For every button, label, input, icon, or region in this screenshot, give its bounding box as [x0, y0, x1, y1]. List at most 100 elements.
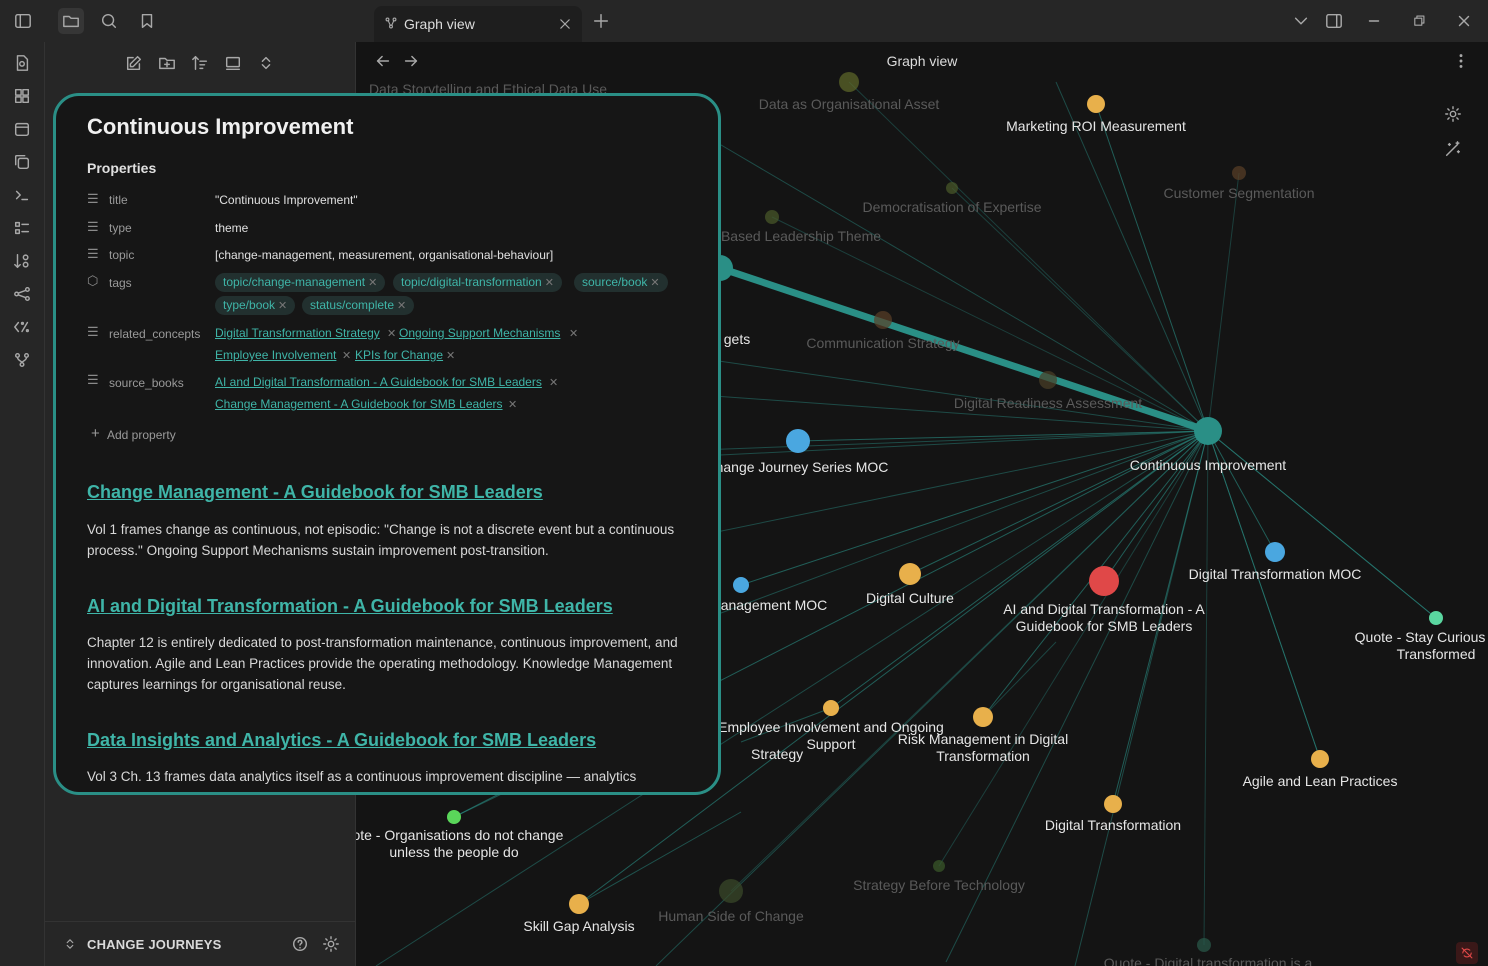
sort-icon[interactable] — [11, 250, 33, 272]
remove-icon[interactable]: ✕ — [549, 376, 558, 389]
search-icon[interactable] — [98, 10, 120, 32]
close-tab-icon[interactable] — [554, 13, 576, 35]
graph-node[interactable] — [719, 879, 743, 903]
graph-node[interactable] — [1197, 938, 1211, 952]
graph-node[interactable] — [1087, 95, 1105, 113]
new-tab-icon[interactable] — [590, 10, 612, 32]
close-window-icon[interactable] — [1453, 10, 1475, 32]
sidebar-toggle-icon[interactable] — [12, 10, 34, 32]
source-book-link[interactable]: AI and Digital Transformation - A Guideb… — [215, 375, 542, 389]
graph-node[interactable] — [1311, 750, 1329, 768]
graph-node-label[interactable]: Risk Management in Digital — [898, 731, 1068, 747]
remove-icon[interactable]: ✕ — [508, 398, 517, 411]
graph-node-label[interactable]: Human Side of Change — [658, 908, 804, 924]
vault-name[interactable]: CHANGE JOURNEYS — [87, 937, 221, 952]
graph-node-label[interactable]: Strategy — [751, 746, 803, 762]
chevron-down-icon[interactable] — [1290, 10, 1312, 32]
graph-node-label[interactable]: Support — [806, 736, 855, 752]
new-folder-icon[interactable] — [156, 52, 178, 74]
page-preview-popover[interactable]: Continuous Improvement Properties ☰ titl… — [53, 93, 721, 795]
related-link[interactable]: Employee Involvement — [215, 348, 336, 362]
graph-node-label[interactable]: Digital Transformation MOC — [1189, 566, 1362, 582]
graph-node-label[interactable]: gets — [724, 331, 750, 347]
graph-node-label[interactable]: AI and Digital Transformation - A — [1003, 601, 1205, 617]
graph-node[interactable] — [1194, 417, 1222, 445]
graph-node[interactable] — [1039, 371, 1057, 389]
graph-node-label[interactable]: Digital Transformation — [1045, 817, 1181, 833]
related-link[interactable]: Digital Transformation Strategy — [215, 326, 380, 340]
tag-chip[interactable]: topic/change-management ✕ — [215, 273, 386, 292]
graph-node[interactable] — [786, 429, 810, 453]
property-key-type[interactable]: type — [109, 221, 132, 235]
graph-node[interactable] — [973, 707, 993, 727]
minimize-icon[interactable] — [1363, 10, 1385, 32]
graph-node-label[interactable]: anagement MOC — [721, 597, 828, 613]
vault-switch-icon[interactable] — [59, 933, 81, 955]
property-value-topic[interactable]: [change-management, measurement, organis… — [215, 248, 553, 262]
graph-node-label[interactable]: Customer Segmentation — [1164, 185, 1315, 201]
source-book-link[interactable]: Change Management - A Guidebook for SMB … — [215, 397, 503, 411]
property-key-source-books[interactable]: source_books — [109, 376, 184, 390]
graph-node-label[interactable]: Agile and Lean Practices — [1243, 773, 1398, 789]
sort-order-icon[interactable] — [189, 52, 211, 74]
graph-node[interactable] — [823, 700, 839, 716]
help-icon[interactable] — [289, 933, 311, 955]
files-icon[interactable] — [58, 8, 84, 34]
calendar-icon[interactable] — [11, 118, 33, 140]
backlink-title[interactable]: Change Management - A Guidebook for SMB … — [87, 482, 543, 503]
graph-node[interactable] — [1089, 566, 1119, 596]
graph-node-label[interactable]: Democratisation of Expertise — [863, 199, 1042, 215]
graph-node[interactable] — [899, 563, 921, 585]
graph-node-label[interactable]: Strategy Before Technology — [853, 877, 1025, 893]
more-options-icon[interactable] — [1450, 50, 1472, 72]
graph-node-label[interactable]: Transformation — [936, 748, 1030, 764]
collapse-all-icon[interactable] — [255, 52, 277, 74]
copy-icon[interactable] — [11, 151, 33, 173]
graph-node-label[interactable]: Transformed — [1397, 646, 1476, 662]
backlink-title[interactable]: AI and Digital Transformation - A Guideb… — [87, 596, 613, 617]
canvas-icon[interactable] — [11, 85, 33, 107]
graph-node[interactable] — [1232, 166, 1246, 180]
graph-node-label[interactable]: unless the people do — [389, 844, 518, 860]
animate-wand-icon[interactable] — [1442, 138, 1464, 160]
list-icon[interactable] — [11, 217, 33, 239]
related-link[interactable]: Ongoing Support Mechanisms — [399, 326, 560, 340]
graph-node-label[interactable]: hange Journey Series MOC — [716, 459, 889, 475]
settings-gear-icon[interactable] — [320, 933, 342, 955]
add-property-button[interactable]: Add property — [107, 428, 176, 442]
sync-error-icon[interactable] — [1456, 942, 1478, 964]
property-key-tags[interactable]: tags — [109, 276, 132, 290]
open-quick-switcher-icon[interactable] — [11, 52, 33, 74]
tag-chip[interactable]: status/complete ✕ — [302, 296, 415, 315]
graph-node-label[interactable]: Marketing ROI Measurement — [1006, 118, 1186, 134]
terminal-icon[interactable] — [11, 184, 33, 206]
properties-heading[interactable]: Properties — [87, 160, 156, 176]
remove-icon[interactable]: ✕ — [446, 349, 455, 362]
graph-nodes-icon[interactable] — [11, 283, 33, 305]
bookmark-icon[interactable] — [136, 10, 158, 32]
code-percent-icon[interactable] — [11, 316, 33, 338]
graph-settings-icon[interactable] — [1442, 103, 1464, 125]
graph-node-label[interactable]: Data as Organisational Asset — [759, 96, 940, 112]
graph-node[interactable] — [765, 210, 779, 224]
graph-node-label[interactable]: Digital Readiness Assessment — [954, 395, 1142, 411]
graph-node[interactable] — [874, 311, 892, 329]
graph-node[interactable] — [569, 894, 589, 914]
auto-reveal-icon[interactable] — [222, 52, 244, 74]
property-key-topic[interactable]: topic — [109, 248, 134, 262]
tab-graph-view[interactable]: Graph view — [374, 6, 582, 42]
graph-node[interactable] — [933, 860, 945, 872]
graph-node[interactable] — [1104, 795, 1122, 813]
backlink-title[interactable]: Data Insights and Analytics - A Guideboo… — [87, 730, 596, 751]
graph-node[interactable] — [839, 72, 859, 92]
graph-node[interactable] — [447, 810, 461, 824]
remove-icon[interactable]: ✕ — [387, 327, 396, 340]
new-note-icon[interactable] — [123, 52, 145, 74]
graph-node-label[interactable]: Communication Strategy — [806, 335, 959, 351]
graph-node-label[interactable]: Based Leadership Theme — [721, 228, 881, 244]
git-branch-icon[interactable] — [11, 349, 33, 371]
graph-node[interactable] — [1429, 611, 1443, 625]
property-value-type[interactable]: theme — [215, 221, 248, 235]
property-value-title[interactable]: "Continuous Improvement" — [215, 193, 358, 207]
graph-node[interactable] — [1265, 542, 1285, 562]
